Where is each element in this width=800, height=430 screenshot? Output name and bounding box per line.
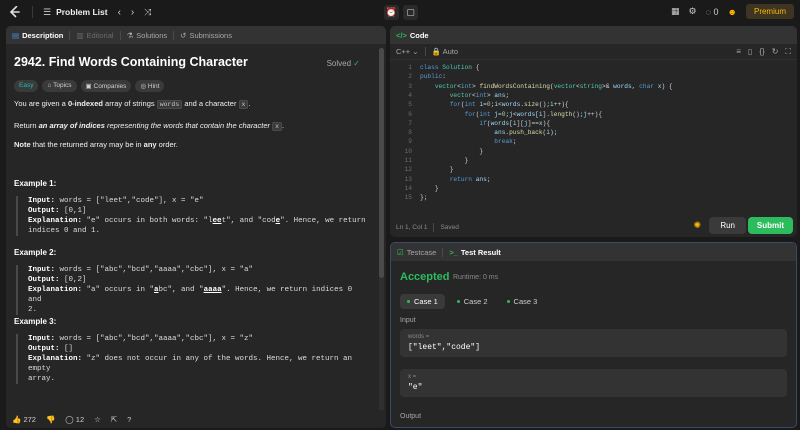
problem-list-link[interactable]: Problem List xyxy=(56,7,107,17)
companies-badge[interactable]: ▣ Companies xyxy=(80,80,132,92)
code-icon: </> xyxy=(396,30,407,40)
desc-paragraph-2: Return an array of indices representing … xyxy=(14,121,285,131)
runtime-label: Runtime: 0 ms xyxy=(453,274,499,281)
var-words-name: words = xyxy=(408,334,430,340)
right-nav: ▦ ⚙ ◌ 0 ☻ Premium xyxy=(671,4,794,19)
center-toolbar: ⏰ ▢ xyxy=(384,5,418,20)
shuffle-icon[interactable]: ⤨ xyxy=(144,7,151,18)
braces-icon[interactable]: {} xyxy=(759,47,764,57)
tab-description[interactable]: ▤ Description xyxy=(12,31,63,40)
tab-code[interactable]: </> Code xyxy=(396,31,429,40)
tab-editorial[interactable]: ▥ Editorial xyxy=(76,31,113,40)
submissions-icon: ↺ xyxy=(180,30,187,40)
settings-icon[interactable]: ⚙ xyxy=(689,6,697,17)
input-box-x: x = "e" xyxy=(400,369,787,397)
debug-icon[interactable]: ✺ xyxy=(693,220,701,231)
hint-badge[interactable]: ◎ Hint xyxy=(135,80,165,92)
var-x-value: "e" xyxy=(408,383,423,392)
tab-test-result[interactable]: >_ Test Result xyxy=(449,248,500,257)
prev-problem-icon[interactable]: ‹ xyxy=(118,7,121,18)
dislike-icon[interactable]: 👎 xyxy=(46,415,55,424)
page-title[interactable]: 2942. Find Words Containing Character xyxy=(14,55,248,69)
layout-icon[interactable]: ▦ xyxy=(671,6,680,17)
comments-button[interactable]: ◯ 12 xyxy=(65,415,84,424)
result-tabs: ☑ Testcase >_ Test Result xyxy=(391,243,796,261)
leetcode-logo-icon[interactable] xyxy=(8,5,22,19)
share-icon[interactable]: ⇱ xyxy=(111,415,117,424)
premium-button[interactable]: Premium xyxy=(745,4,794,19)
language-select[interactable]: C++ ⌄ xyxy=(396,47,419,56)
checkbox-icon: ☑ xyxy=(397,247,404,257)
comment-icon: ◯ xyxy=(65,414,74,424)
fullscreen-icon[interactable]: ⛶ xyxy=(785,47,791,57)
description-tabs: ▤ Description ▥ Editorial ⚗ Solutions ↺ Subm… xyxy=(6,26,386,44)
code-editor[interactable]: 1 class Solution { 2 public: 3 vector<int>… xyxy=(390,63,797,213)
tab-solutions[interactable]: ⚗ Solutions xyxy=(127,31,168,40)
case-tab-1[interactable]: Case 1 xyxy=(400,294,445,309)
tab-submissions[interactable]: ↺ Submissions xyxy=(180,31,232,40)
solved-status: Solved ✓ xyxy=(326,59,360,68)
input-label: Input xyxy=(400,317,416,324)
lock-icon: ▣ xyxy=(85,83,92,90)
timer-icon[interactable]: ⏰ xyxy=(384,5,399,20)
example-2-block: Input: words = ["abc","bcd","aaaa","cbc"… xyxy=(16,265,366,315)
desc-paragraph-1: You are given a 0-indexed array of strin… xyxy=(14,99,251,109)
avatar[interactable]: ☻ xyxy=(728,7,737,17)
description-panel: ▤ Description ▥ Editorial ⚗ Solutions ↺ Subm… xyxy=(6,26,386,428)
streak-icon[interactable]: ◌ 0 xyxy=(706,7,719,17)
description-body: 2942. Find Words Containing Character So… xyxy=(6,44,378,410)
badges: Easy ⌂ Topics ▣ Companies ◎ Hint xyxy=(14,80,165,92)
example-1-title: Example 1: xyxy=(14,179,57,188)
example-2-title: Example 2: xyxy=(14,248,57,257)
case-tab-2[interactable]: Case 2 xyxy=(450,294,495,309)
check-circle-icon: ✓ xyxy=(353,59,360,68)
tab-testcase[interactable]: ☑ Testcase xyxy=(397,248,436,257)
description-footer: 👍 272 👎 ◯ 12 ☆ ⇱ ? xyxy=(6,410,386,428)
cursor-position: Ln 1, Col 1 xyxy=(396,223,428,231)
description-icon: ▤ xyxy=(12,30,20,40)
description-scrollbar-thumb[interactable] xyxy=(379,48,384,278)
lock-icon: 🔒 xyxy=(431,47,441,56)
input-box-words: words = ["leet","code"] xyxy=(400,329,787,357)
difficulty-badge[interactable]: Easy xyxy=(14,80,39,92)
test-result-panel: ☑ Testcase >_ Test Result Accepted Runti… xyxy=(390,242,797,428)
saved-status: Saved xyxy=(440,223,459,231)
var-x-name: x = xyxy=(408,374,417,380)
example-1-block: Input: words = ["leet","code"], x = "e" … xyxy=(16,196,366,236)
case-tab-3[interactable]: Case 3 xyxy=(500,294,545,309)
star-icon[interactable]: ☆ xyxy=(94,415,101,424)
like-button[interactable]: 👍 272 xyxy=(12,415,36,424)
example-3-title: Example 3: xyxy=(14,317,57,326)
list-icon[interactable]: ☰ xyxy=(43,7,51,18)
bulb-icon: ◎ xyxy=(140,83,147,90)
help-icon[interactable]: ? xyxy=(127,415,131,424)
topics-badge[interactable]: ⌂ Topics xyxy=(42,80,77,92)
run-button[interactable]: Run xyxy=(709,217,746,234)
nav-divider xyxy=(32,6,33,18)
example-3-block: Input: words = ["abc","bcd","aaaa","cbc"… xyxy=(16,334,366,384)
auto-mode[interactable]: 🔒 Auto xyxy=(432,47,458,56)
output-label: Output xyxy=(400,413,422,420)
reset-icon[interactable]: ↻ xyxy=(772,47,779,57)
tag-icon: ⌂ xyxy=(47,82,52,89)
code-header: </> Code xyxy=(390,26,797,44)
var-words-value: ["leet","code"] xyxy=(408,343,481,352)
code-toolbar: C++ ⌄ 🔒 Auto ≡ ▯ {} ↻ ⛶ xyxy=(390,44,797,60)
coins-count: 0 xyxy=(713,6,719,17)
thumbs-up-icon: 👍 xyxy=(12,414,22,424)
code-panel: </> Code C++ ⌄ 🔒 Auto ≡ ▯ {} ↻ ⛶ 1 class … xyxy=(390,26,797,237)
desc-paragraph-3: Note that the returned array may be in a… xyxy=(14,140,178,149)
solutions-icon: ⚗ xyxy=(126,30,134,40)
case-tabs: Case 1 Case 2 Case 3 xyxy=(400,294,544,309)
terminal-icon: >_ xyxy=(449,247,458,257)
bookmark-icon[interactable]: ▯ xyxy=(748,47,752,57)
next-problem-icon[interactable]: › xyxy=(131,7,134,18)
editor-actions: ≡ ▯ {} ↻ ⛶ xyxy=(736,47,791,57)
submit-button[interactable]: Submit xyxy=(747,217,793,234)
notes-icon[interactable]: ▢ xyxy=(403,5,418,20)
status-accepted: Accepted xyxy=(400,271,450,283)
chevron-down-icon: ⌄ xyxy=(412,47,419,56)
editorial-icon: ▥ xyxy=(76,30,84,40)
format-icon[interactable]: ≡ xyxy=(736,47,741,57)
